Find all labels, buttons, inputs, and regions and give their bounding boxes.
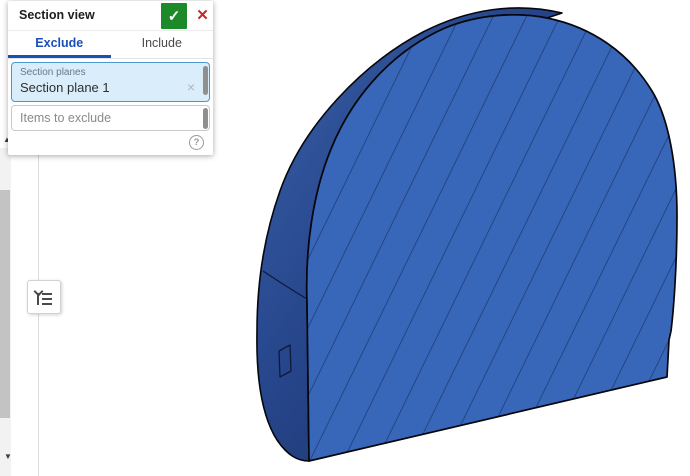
items-to-exclude-field[interactable]: Items to exclude	[11, 105, 210, 131]
scroll-down-icon[interactable]: ▼	[4, 453, 12, 461]
left-scrollbar-track[interactable]	[0, 148, 11, 476]
dialog-body: Section planes Section plane 1 × Items t…	[8, 59, 213, 155]
section-plane-value: Section plane 1	[20, 80, 110, 95]
tab-include[interactable]: Include	[111, 31, 214, 58]
dialog-header: Section view ✓ ✕	[8, 1, 213, 31]
help-icon[interactable]: ?	[189, 135, 204, 150]
confirm-button[interactable]: ✓	[161, 3, 187, 29]
check-icon: ✓	[167, 8, 181, 25]
close-icon: ✕	[196, 7, 209, 24]
section-planes-label: Section planes	[20, 67, 86, 78]
clear-selection-icon[interactable]: ×	[187, 80, 195, 94]
items-to-exclude-placeholder: Items to exclude	[20, 111, 112, 125]
tab-exclude[interactable]: Exclude	[8, 31, 111, 58]
section-planes-field[interactable]: Section planes Section plane 1 ×	[11, 62, 210, 102]
left-scrollbar-thumb[interactable]	[0, 190, 10, 418]
field-scrollbar-thumb[interactable]	[203, 66, 208, 95]
feature-list-icon	[33, 286, 53, 305]
dialog-tabs: Exclude Include	[8, 31, 213, 59]
dialog-title: Section view	[19, 8, 95, 22]
app-window: ▲ ▼ Section view ✓ ✕ Exclude Include Sec…	[0, 0, 690, 476]
cancel-button[interactable]: ✕	[194, 6, 211, 24]
section-view-dialog: Section view ✓ ✕ Exclude Include Section…	[8, 1, 213, 155]
feature-list-toggle-button[interactable]	[27, 280, 61, 314]
field-scrollbar-thumb[interactable]	[203, 108, 208, 129]
